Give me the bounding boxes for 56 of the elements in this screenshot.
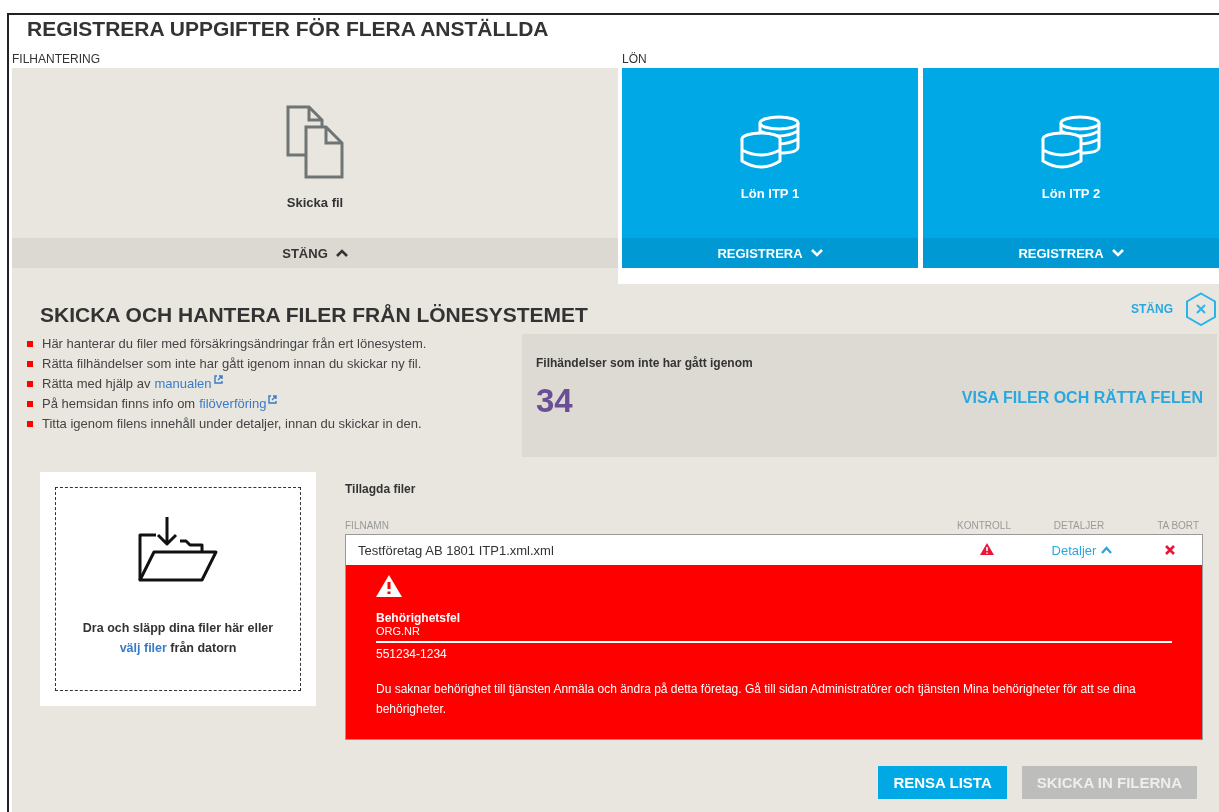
caret-icon: [1111, 249, 1124, 257]
choose-files-link[interactable]: välj filer: [119, 641, 167, 655]
error-message: Du saknar behörighet till tjänsten Anmäla och ändra på detta företag. Gå till sidan Administratörer och tjänsten Mina behörigheter för att se dina behörigheter.: [376, 681, 1137, 718]
caret-icon: [810, 249, 823, 257]
action-button[interactable]: RENSA LISTA: [878, 766, 1007, 799]
field-value: 551234-1234: [376, 647, 448, 661]
documents-icon: [286, 104, 344, 179]
caret-icon: [1101, 546, 1113, 554]
dropzone-text: Dra och släpp dina filer här eller välj filer från datorn: [81, 620, 275, 657]
tile-label: Lön ITP 1: [740, 185, 800, 201]
column-header: TA BORT: [1156, 519, 1200, 531]
database-icon: [1040, 113, 1102, 170]
delete-icon[interactable]: [1164, 544, 1175, 555]
dropzone[interactable]: Dra och släpp dina filer här eller välj filer från datorn: [55, 487, 301, 691]
info-text: Här hanterar du filer med försäkringsändringar från ert lönesystem.: [42, 335, 427, 353]
info-text: Rätta med hjälp av manualen: [42, 374, 223, 394]
bullet-icon: [27, 401, 33, 407]
bullet-icon: [27, 341, 33, 347]
info-text: Rätta filhändelser som inte har gått igenom innan du skickar ny fil.: [42, 355, 422, 373]
external-link[interactable]: filöverföring: [199, 396, 278, 411]
service-tile[interactable]: Skicka fil STÄNG: [12, 68, 618, 268]
external-link-icon: [213, 375, 223, 384]
section-label: FILHANTERING: [12, 51, 101, 68]
tile-toggle-button[interactable]: STÄNG: [12, 238, 618, 268]
column-header: KONTROLL: [956, 519, 1012, 531]
files-heading: Tillagda filer: [345, 482, 417, 496]
database-icon: [739, 113, 801, 170]
folder-download-icon: [138, 516, 218, 582]
error-count: 34: [536, 382, 574, 420]
column-header: DETALJER: [1052, 519, 1106, 531]
service-tile[interactable]: Lön ITP 1 REGISTRERA: [622, 68, 918, 268]
service-tile[interactable]: Lön ITP 2 REGISTRERA: [923, 68, 1219, 268]
external-link-icon: [268, 395, 278, 404]
bullet-icon: [27, 361, 33, 367]
info-text: På hemsidan finns info om filöverföring: [42, 394, 278, 414]
info-text: Titta igenom filens innehåll under detaljer, innan du skickar in den.: [42, 415, 422, 433]
details-toggle[interactable]: Detaljer: [1027, 542, 1137, 558]
warning-icon: [376, 575, 402, 597]
column-header: FILNAMN: [345, 519, 390, 531]
error-title: Behörighetsfel: [376, 611, 461, 625]
close-link[interactable]: STÄNG: [1131, 302, 1173, 316]
tile-toggle-button[interactable]: REGISTRERA: [923, 238, 1219, 268]
external-link[interactable]: manualen: [154, 376, 223, 391]
tile-label: Skicka fil: [286, 194, 344, 210]
file-name: Testföretag AB 1801 ITP1.xml.xml: [357, 542, 555, 558]
tile-label: Lön ITP 2: [1041, 185, 1101, 201]
show-files-link[interactable]: VISA FILER OCH RÄTTA FELEN: [961, 389, 1203, 457]
bullet-icon: [27, 381, 33, 387]
page-title: REGISTRERA UPPGIFTER FÖR FLERA ANSTÄLLDA: [26, 16, 550, 42]
panel-heading: SKICKA OCH HANTERA FILER FRÅN LÖNESYSTEMET: [40, 303, 588, 327]
bullet-icon: [27, 421, 33, 427]
field-label: ORG.NR: [376, 625, 1172, 643]
section-label: LÖN: [622, 51, 648, 68]
summary-label: Filhändelser som inte har gått igenom: [536, 356, 753, 370]
caret-icon: [335, 249, 348, 257]
tile-toggle-button[interactable]: REGISTRERA: [622, 238, 918, 268]
